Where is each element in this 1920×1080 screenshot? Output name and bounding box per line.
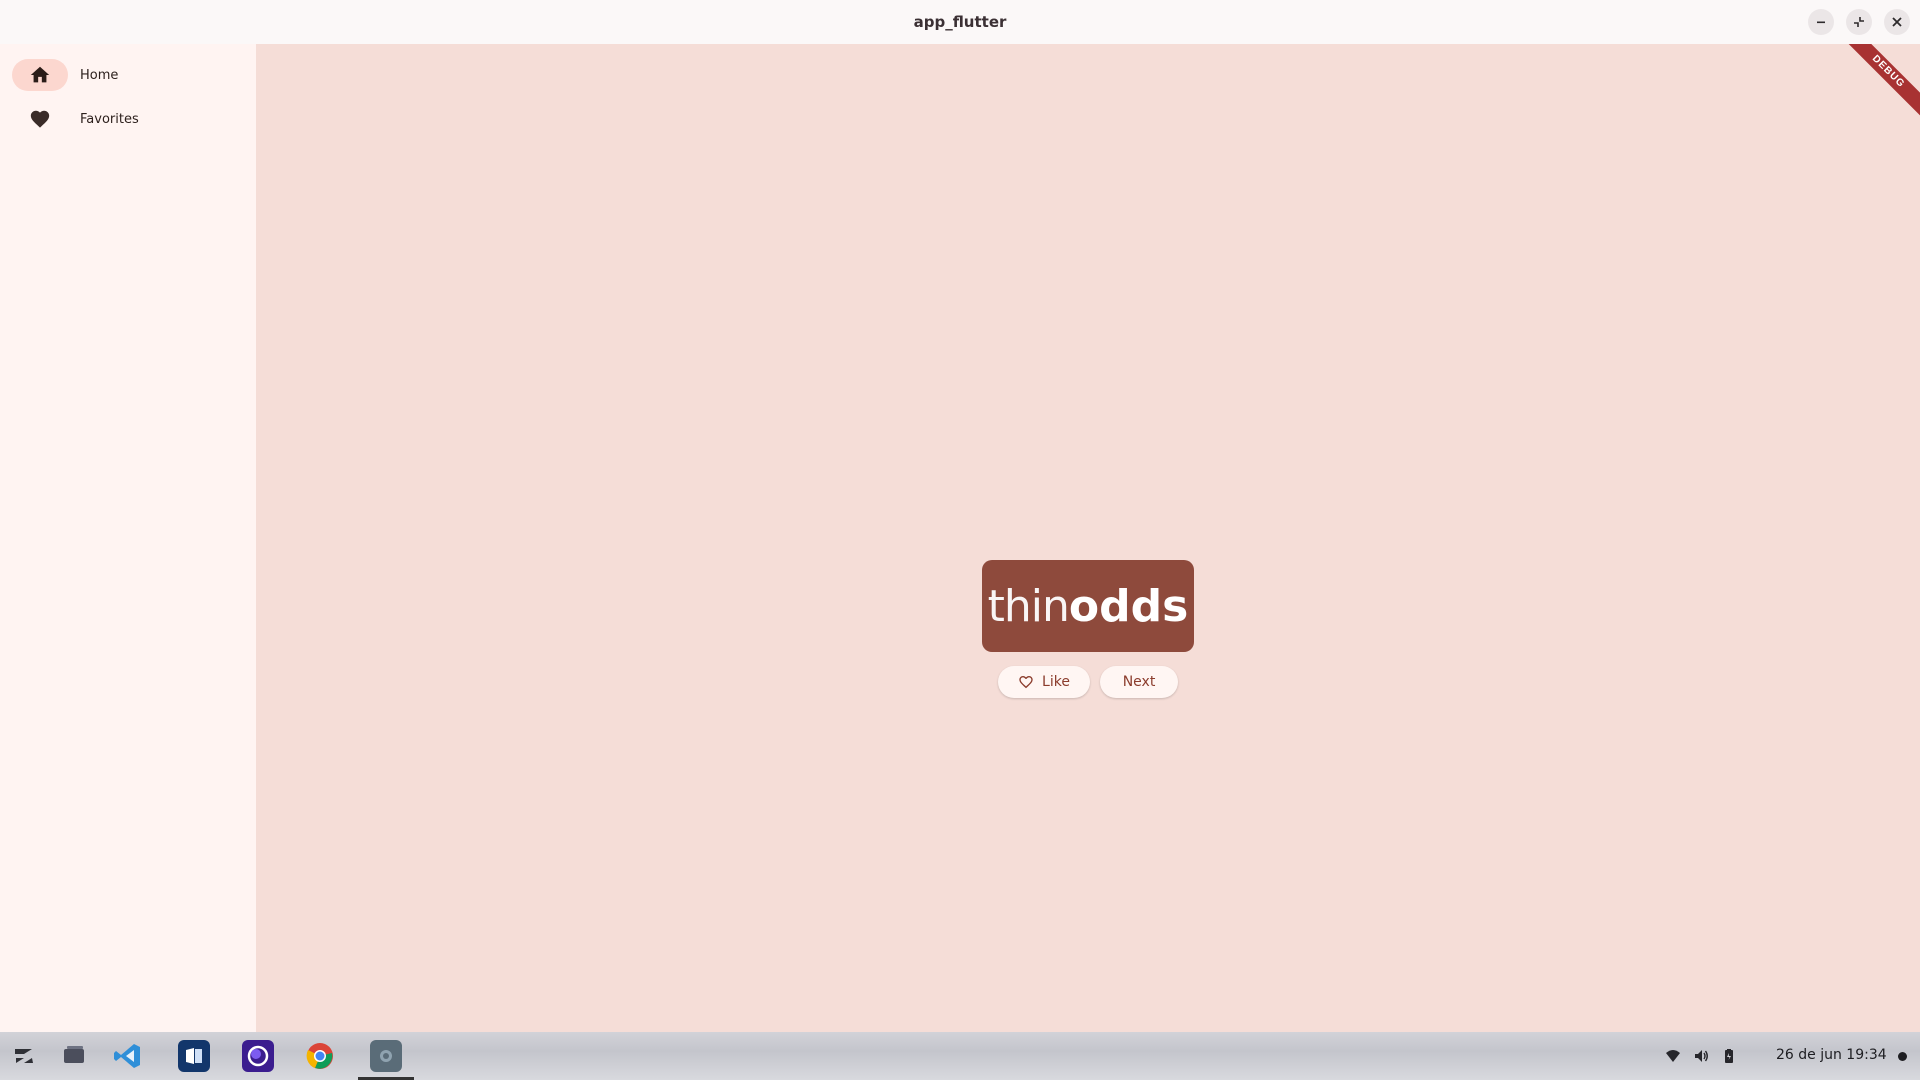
word-app[interactable]	[178, 1040, 210, 1072]
window-title: app_flutter	[913, 13, 1007, 31]
app-purple-icon	[247, 1045, 269, 1067]
restore-icon	[1854, 17, 1864, 27]
vscode-icon	[114, 1044, 140, 1068]
flutter-app-window[interactable]	[370, 1040, 402, 1072]
window-controls	[1808, 9, 1910, 35]
battery-icon	[1725, 1049, 1733, 1063]
nav-label-favorites: Favorites	[80, 111, 139, 127]
word-first: thin	[987, 580, 1070, 632]
home-icon	[30, 66, 50, 83]
flutter-app-icon	[380, 1050, 392, 1062]
purple-app[interactable]	[242, 1040, 274, 1072]
restore-button[interactable]	[1846, 9, 1872, 35]
minimize-button[interactable]	[1808, 9, 1834, 35]
minimize-icon	[1817, 21, 1825, 24]
heart-icon	[30, 110, 50, 128]
nav-label-home: Home	[80, 67, 119, 83]
vscode-app[interactable]	[112, 1040, 144, 1072]
system-tray	[1664, 1032, 1748, 1080]
heart-outline-icon	[1019, 676, 1033, 689]
notification-dot[interactable]	[1898, 1052, 1907, 1061]
zorin-menu-button[interactable]	[8, 1040, 40, 1072]
taskbar: 26 de jun 19:34	[0, 1032, 1920, 1080]
debug-banner: DEBUG	[1839, 44, 1920, 121]
navigation-rail: Home Favorites	[0, 44, 256, 1032]
main-content: DEBUG thin odds Like Next	[256, 44, 1920, 1032]
next-label: Next	[1122, 674, 1156, 690]
nav-item-home[interactable]: Home	[12, 58, 244, 92]
window-titlebar: app_flutter	[0, 0, 1920, 44]
chrome-icon	[306, 1043, 333, 1069]
next-button[interactable]: Next	[1100, 666, 1178, 698]
nav-item-favorites[interactable]: Favorites	[12, 102, 244, 136]
word-app-icon	[186, 1048, 202, 1064]
close-button[interactable]	[1884, 9, 1910, 35]
volume-indicator[interactable]	[1692, 1047, 1710, 1065]
wifi-indicator[interactable]	[1664, 1047, 1682, 1065]
nav-pill-favorites	[12, 103, 68, 135]
volume-icon	[1695, 1050, 1708, 1062]
battery-indicator[interactable]	[1720, 1047, 1738, 1065]
wifi-icon	[1666, 1050, 1680, 1062]
like-button[interactable]: Like	[998, 666, 1090, 698]
clock[interactable]: 26 de jun 19:34	[1776, 1047, 1887, 1063]
files-icon	[64, 1046, 84, 1063]
files-app[interactable]	[58, 1040, 90, 1072]
nav-pill-home	[12, 59, 68, 91]
zorin-menu-icon	[15, 1049, 33, 1063]
word-pair-card: thin odds	[982, 560, 1194, 652]
word-second: odds	[1068, 580, 1189, 632]
like-label: Like	[1042, 674, 1070, 690]
chrome-app[interactable]	[304, 1040, 336, 1072]
close-icon	[1892, 17, 1902, 27]
